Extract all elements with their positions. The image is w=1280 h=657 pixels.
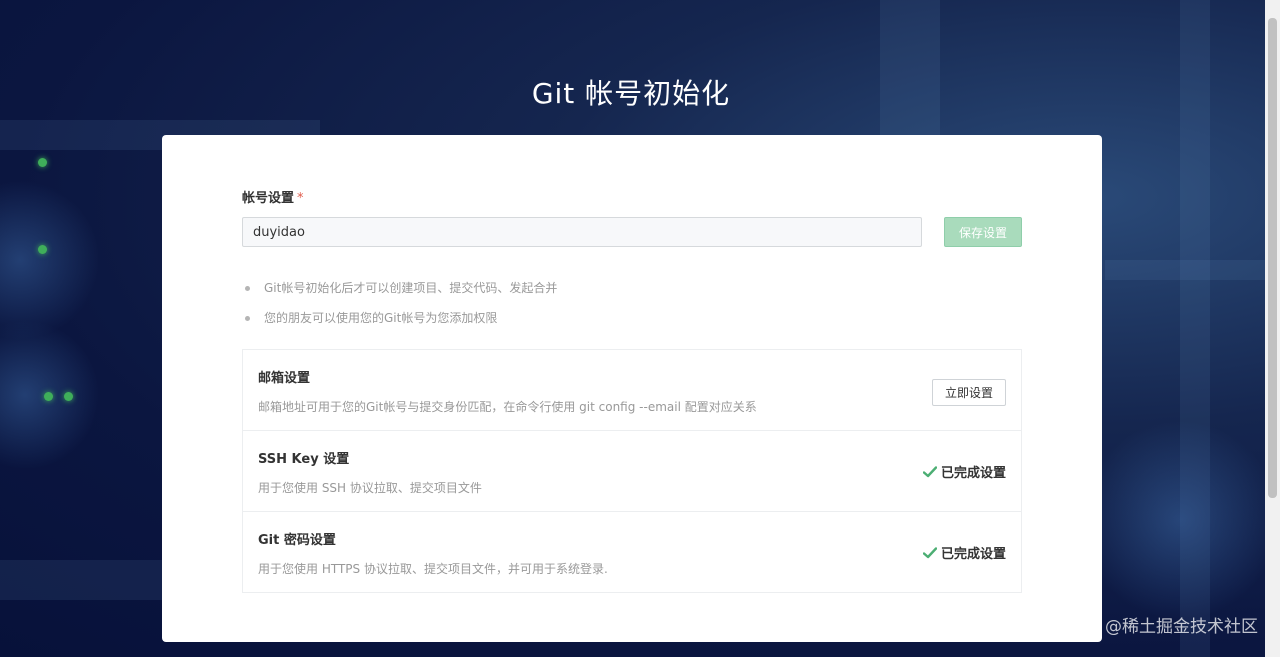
account-setup-card: 帐号设置* 保存设置 Git帐号初始化后才可以创建项目、提交代码、发起合并 您的…: [162, 135, 1102, 642]
check-icon: [922, 465, 937, 477]
ssh-key-setting-description: 用于您使用 SSH 协议拉取、提交项目文件: [258, 481, 482, 495]
git-password-done-status: 已完成设置: [922, 543, 1006, 562]
ssh-key-setting-title: SSH Key 设置: [258, 452, 350, 467]
required-star: *: [297, 191, 304, 206]
check-icon: [922, 546, 937, 558]
watermark: @稀土掘金技术社区: [1105, 617, 1258, 637]
email-setting-row: 邮箱设置 邮箱地址可用于您的Git帐号与提交身份匹配，在命令行使用 git co…: [243, 350, 1021, 431]
scrollbar-thumb[interactable]: [1268, 18, 1277, 498]
git-password-setting-title: Git 密码设置: [258, 533, 336, 548]
email-setting-title: 邮箱设置: [258, 371, 311, 386]
git-password-done-label: 已完成设置: [940, 547, 1006, 562]
vertical-scrollbar[interactable]: [1265, 0, 1280, 657]
username-input[interactable]: [242, 217, 922, 247]
tips-list: Git帐号初始化后才可以创建项目、提交代码、发起合并 您的朋友可以使用您的Git…: [244, 277, 557, 337]
tip-item: Git帐号初始化后才可以创建项目、提交代码、发起合并: [244, 277, 557, 307]
account-settings-label-text: 帐号设置: [242, 191, 295, 206]
account-settings-label: 帐号设置 *: [242, 187, 304, 206]
email-setting-description: 邮箱地址可用于您的Git帐号与提交身份匹配，在命令行使用 git config …: [258, 400, 757, 414]
git-password-setting-description: 用于您使用 HTTPS 协议拉取、提交项目文件，并可用于系统登录.: [258, 562, 608, 576]
save-settings-button[interactable]: 保存设置: [944, 217, 1022, 247]
ssh-key-setting-row: SSH Key 设置 用于您使用 SSH 协议拉取、提交项目文件 已完成设置: [243, 431, 1021, 512]
git-password-setting-row: Git 密码设置 用于您使用 HTTPS 协议拉取、提交项目文件，并可用于系统登…: [243, 512, 1021, 593]
tip-item: 您的朋友可以使用您的Git帐号为您添加权限: [244, 307, 557, 337]
setup-now-button[interactable]: 立即设置: [932, 379, 1006, 406]
page-title: Git 帐号初始化: [531, 77, 731, 110]
ssh-key-done-label: 已完成设置: [940, 466, 1006, 481]
ssh-key-done-status: 已完成设置: [922, 462, 1006, 481]
settings-list: 邮箱设置 邮箱地址可用于您的Git帐号与提交身份匹配，在命令行使用 git co…: [242, 349, 1022, 593]
